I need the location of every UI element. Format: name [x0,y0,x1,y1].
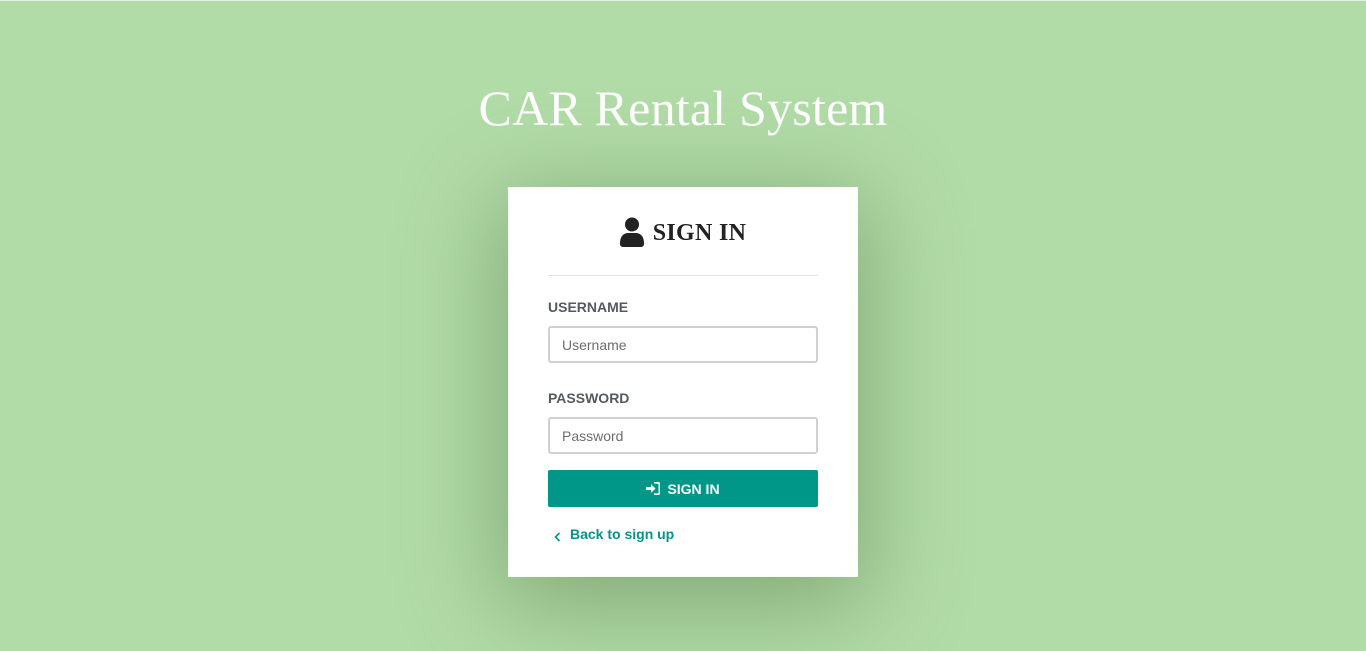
sign-in-button[interactable]: SIGN IN [548,470,818,507]
top-border [0,0,1366,1]
page-title: CAR Rental System [478,80,888,136]
chevron-left-icon [554,529,561,542]
back-to-sign-up-link[interactable]: Back to sign up [554,526,674,542]
login-card: SIGN IN USERNAME PASSWORD SIGN IN Back t… [508,187,858,577]
user-icon [619,217,644,247]
back-link-label: Back to sign up [570,526,675,542]
login-heading: SIGN IN [652,219,747,246]
login-form: USERNAME PASSWORD SIGN IN Back to sign u… [548,299,818,547]
sign-in-button-label: SIGN IN [667,480,720,497]
sign-in-icon [646,482,661,495]
password-label: PASSWORD [548,390,630,406]
login-card-header: SIGN IN [548,187,818,276]
password-input[interactable] [548,417,818,454]
username-input[interactable] [548,326,818,363]
username-label: USERNAME [548,299,629,315]
